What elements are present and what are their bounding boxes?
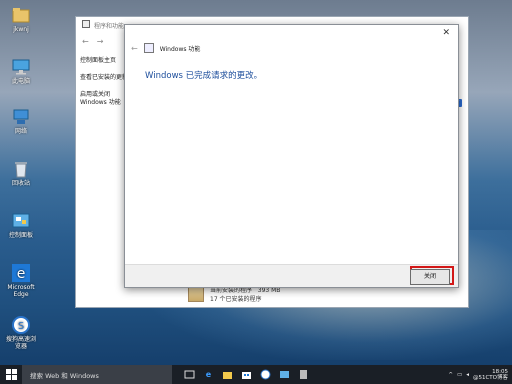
programs-box-icon xyxy=(188,286,204,302)
back-arrow-icon[interactable]: ← xyxy=(131,44,138,53)
system-tray: ^ ▭ ◂ 18:05 @51CTO博客 xyxy=(448,365,508,384)
taskbar: 搜索 Web 和 Windows e ^ ▭ ◂ 18:05 @51CTO博客 xyxy=(0,365,512,384)
volume-tray-icon[interactable]: ◂ xyxy=(466,372,469,378)
control-panel-taskbar-icon[interactable] xyxy=(279,369,290,380)
svg-text:S: S xyxy=(18,321,24,332)
sidebar-link-installed-updates[interactable]: 查看已安装的更新 xyxy=(80,74,130,82)
control-panel-icon xyxy=(11,212,31,230)
windows-features-icon xyxy=(143,43,154,53)
sidebar: 控制面板主页 查看已安装的更新 启用或关闭 Windows 功能 xyxy=(80,57,130,116)
file-explorer-icon[interactable] xyxy=(222,369,233,380)
task-view-icon[interactable] xyxy=(184,369,195,380)
desktop-icon-network[interactable]: 网络 xyxy=(4,108,38,135)
close-icon[interactable]: ✕ xyxy=(442,28,450,38)
desktop-icon-sogou-browser[interactable]: S 搜狗高速浏览器 xyxy=(4,316,38,350)
summary-size: 393 MB xyxy=(257,287,281,294)
watermark-text: @51CTO博客 xyxy=(472,374,508,381)
desktop-icon-user-folder[interactable]: jkwnj xyxy=(4,6,38,33)
desktop-icon-label: jkwnj xyxy=(13,26,29,33)
network-icon xyxy=(11,108,31,126)
desktop-icon-label: 网络 xyxy=(14,128,27,135)
windows-logo-icon xyxy=(5,369,17,380)
user-folder-icon xyxy=(11,6,31,24)
desktop-icon-recycle-bin[interactable]: 回收站 xyxy=(4,160,38,187)
summary-count: 17 个已安装的程序 xyxy=(210,296,262,303)
desktop-icon-edge[interactable]: e Microsoft Edge xyxy=(4,264,38,298)
dialog-header: ← Windows 功能 xyxy=(131,43,200,53)
forward-arrow-icon[interactable]: → xyxy=(97,37,104,46)
sogou-browser-icon: S xyxy=(11,316,31,334)
svg-text:e: e xyxy=(17,266,26,282)
back-arrow-icon[interactable]: ← xyxy=(82,37,89,46)
desktop-icon-label: 搜狗高速浏览器 xyxy=(5,336,36,350)
window-title: 程序和功能 xyxy=(94,22,125,30)
dialog-footer: 关闭 xyxy=(125,264,458,287)
dialog-title: Windows 功能 xyxy=(159,45,201,53)
summary-text: 当前安装的程序 xyxy=(210,287,253,294)
recycle-bin-icon xyxy=(11,160,31,178)
taskbar-search-box[interactable]: 搜索 Web 和 Windows xyxy=(22,365,172,384)
desktop-icon-this-pc[interactable]: 此电脑 xyxy=(4,58,38,85)
tray-up-arrow-icon[interactable]: ^ xyxy=(448,372,453,378)
clock[interactable]: 18:05 @51CTO博客 xyxy=(473,369,508,381)
edge-icon: e xyxy=(11,264,31,282)
store-icon[interactable] xyxy=(241,369,252,380)
close-button[interactable]: 关闭 xyxy=(410,269,450,285)
programs-taskbar-icon[interactable] xyxy=(298,369,309,380)
desktop-icon-control-panel[interactable]: 控制面板 xyxy=(4,212,38,239)
start-button[interactable] xyxy=(0,365,22,384)
desktop-icon-label: 回收站 xyxy=(11,180,30,187)
sogou-taskbar-icon[interactable] xyxy=(260,369,271,380)
sidebar-link-windows-features[interactable]: 启用或关闭 Windows 功能 xyxy=(80,91,130,107)
computer-icon xyxy=(11,58,31,76)
desktop-icon-label: 控制面板 xyxy=(8,232,33,239)
window-app-icon xyxy=(82,20,90,30)
completion-message: Windows 已完成请求的更改。 xyxy=(145,71,263,81)
windows-features-dialog[interactable]: ✕ ← Windows 功能 Windows 已完成请求的更改。 关闭 xyxy=(124,24,459,288)
desktop-icon-label: 此电脑 xyxy=(11,78,30,85)
desktop-icon-label: Microsoft Edge xyxy=(7,284,35,298)
sidebar-link-control-panel-home[interactable]: 控制面板主页 xyxy=(80,57,130,65)
network-tray-icon[interactable]: ▭ xyxy=(457,372,462,378)
edge-taskbar-icon[interactable]: e xyxy=(203,369,214,380)
